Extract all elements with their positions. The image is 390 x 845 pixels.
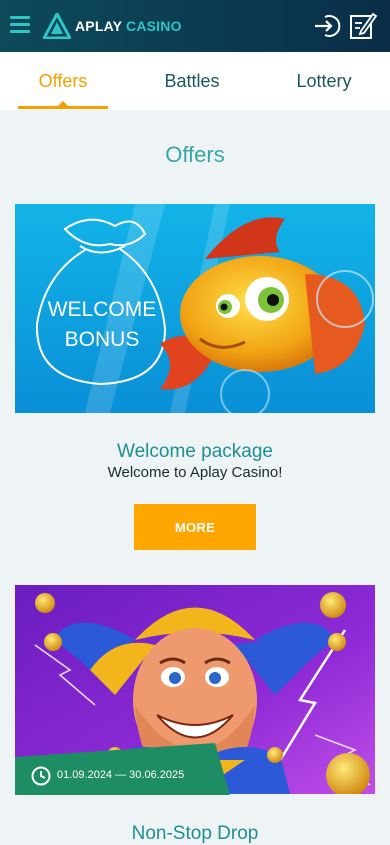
logo-secondary: CASINO bbox=[126, 18, 182, 34]
logo-text: APLAY CASINO bbox=[75, 18, 182, 34]
register-icon[interactable] bbox=[348, 11, 378, 41]
clock-icon bbox=[31, 766, 51, 786]
tab-lottery[interactable]: Lottery bbox=[274, 52, 374, 110]
active-tab-underline bbox=[18, 106, 108, 109]
logo[interactable]: APLAY CASINO bbox=[43, 12, 182, 40]
menu-icon[interactable] bbox=[10, 16, 30, 34]
offer-title-non-stop-drop: Non-Stop Drop bbox=[131, 823, 259, 844]
svg-text:BONUS: BONUS bbox=[65, 328, 140, 351]
offer-date-range: 01.09.2024 — 30.06.2025 bbox=[57, 769, 185, 781]
login-icon[interactable] bbox=[312, 11, 342, 41]
page-title: Offers bbox=[165, 142, 225, 167]
logo-primary: APLAY bbox=[75, 18, 122, 34]
welcome-banner-art: WELCOME BONUS bbox=[15, 204, 375, 413]
logo-triangle-icon bbox=[43, 13, 71, 39]
welcome-banner[interactable]: WELCOME BONUS bbox=[15, 204, 375, 413]
tab-battles[interactable]: Battles bbox=[140, 52, 244, 110]
more-button[interactable]: MORE bbox=[134, 504, 256, 550]
offer-title-welcome: Welcome package bbox=[117, 441, 273, 462]
top-header: APLAY CASINO bbox=[0, 0, 390, 52]
svg-text:WELCOME: WELCOME bbox=[48, 298, 157, 321]
offer-subtitle-welcome: Welcome to Aplay Casino! bbox=[107, 464, 283, 481]
